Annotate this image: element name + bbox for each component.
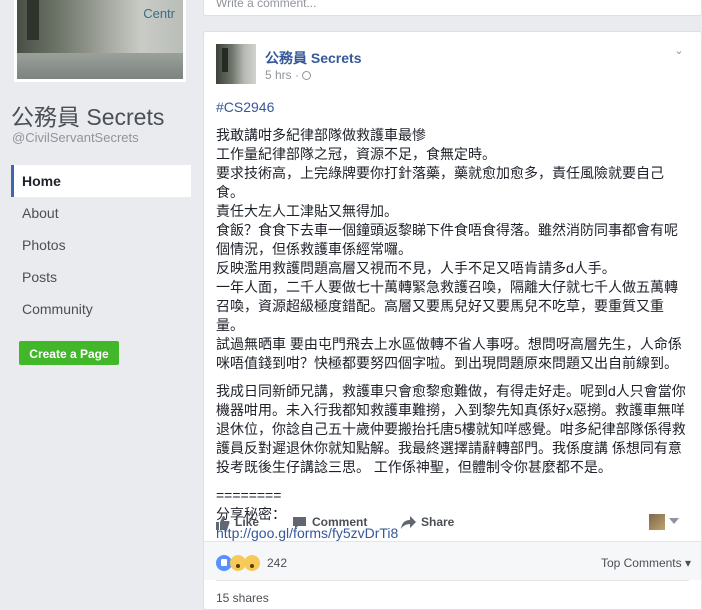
reaction-count[interactable]: 242 (267, 556, 287, 570)
cover-pole (27, 0, 39, 40)
share-label: Share (421, 515, 455, 529)
like-label: Like (235, 515, 260, 529)
page-avatar[interactable] (216, 44, 256, 84)
reactions-bar: 242 Top Comments ▾ (204, 544, 701, 580)
comment-label: Comment (312, 515, 368, 529)
previous-post-card: Write a comment... (203, 0, 702, 16)
cover-sign: Centr (143, 6, 175, 21)
page-title[interactable]: 公務員 Secrets (11, 98, 164, 132)
top-comments-label: Top Comments (600, 556, 682, 570)
post-as-selector[interactable] (649, 513, 685, 531)
wow-reaction-icon[interactable] (244, 555, 260, 571)
comment-button[interactable]: Comment (292, 515, 367, 530)
top-comments-dropdown[interactable]: Top Comments ▾ (601, 556, 691, 570)
nav-item-community[interactable]: Community (11, 293, 191, 325)
like-button[interactable]: Like (216, 515, 259, 530)
share-button[interactable]: Share (401, 515, 455, 530)
cover-image: Centr (17, 0, 183, 79)
selector-avatar (649, 514, 665, 530)
post-paragraph: 我成日同新師兄講，救護車只會愈黎愈難做，有得走好走。呢到d人只會當你機器咁用。未… (216, 383, 686, 475)
avatar-detail (222, 48, 228, 72)
cover-photo[interactable]: Centr (14, 0, 186, 82)
nav-item-about[interactable]: About (11, 197, 191, 229)
post-time-text[interactable]: 5 hrs · (265, 68, 299, 82)
post-author[interactable]: 公務員 Secrets (265, 48, 361, 68)
post-hashtag[interactable]: #CS2946 (216, 98, 686, 117)
post-header: 公務員 Secrets 5 hrs · ⌄ (216, 44, 686, 88)
nav-item-photos[interactable]: Photos (11, 229, 191, 261)
cover-ground (17, 53, 183, 79)
write-comment-input[interactable]: Write a comment... (204, 0, 701, 9)
like-icon (216, 515, 230, 530)
post-card: 公務員 Secrets 5 hrs · ⌄ #CS2946 我敢講咁多紀律部隊做… (203, 31, 702, 610)
page-nav: Home About Photos Posts Community (11, 165, 191, 325)
caret-down-icon (669, 518, 679, 524)
post-body: #CS2946 我敢講咁多紀律部隊做救護車最慘 工作量紀律部隊之冠，資源不足，食… (216, 98, 686, 543)
chevron-down-icon[interactable]: ⌄ (672, 44, 686, 58)
post-paragraph: 我敢講咁多紀律部隊做救護車最慘 工作量紀律部隊之冠，資源不足，食無定時。 要求技… (216, 127, 682, 371)
comment-icon (293, 516, 306, 529)
share-icon (401, 516, 416, 530)
shares-count[interactable]: 15 shares (216, 591, 269, 605)
create-page-button[interactable]: Create a Page (19, 341, 119, 365)
post-timestamp[interactable]: 5 hrs · (265, 68, 312, 82)
page-handle[interactable]: @CivilServantSecrets (12, 130, 139, 145)
nav-item-posts[interactable]: Posts (11, 261, 191, 293)
nav-item-home[interactable]: Home (11, 165, 191, 197)
globe-icon (302, 71, 312, 80)
divider (216, 580, 689, 581)
post-actions: Like Comment Share (216, 511, 691, 535)
